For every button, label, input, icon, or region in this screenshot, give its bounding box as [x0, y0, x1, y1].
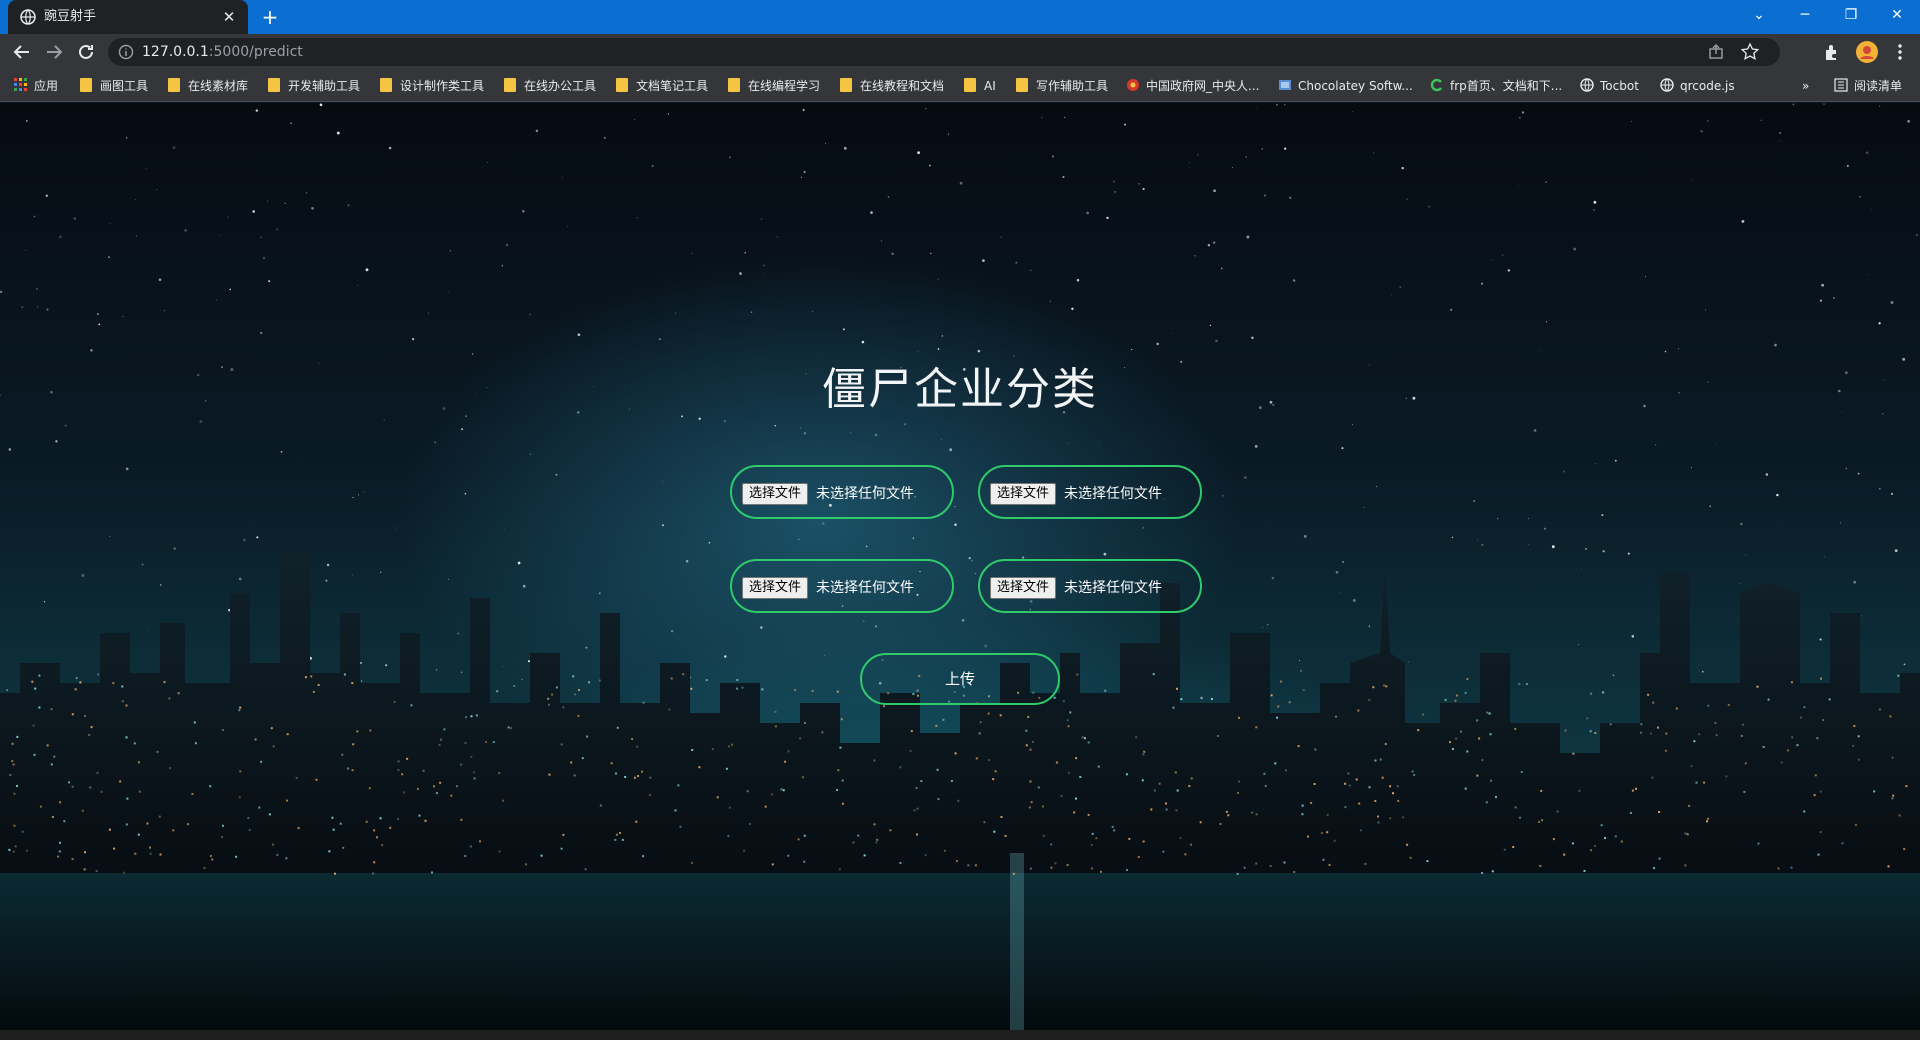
menu-kebab-icon[interactable]	[1890, 42, 1910, 62]
bookmark-label: 在线办公工具	[524, 79, 597, 93]
bookmark-label: Tocbot	[1600, 79, 1639, 93]
globe-icon	[1660, 78, 1674, 92]
folder-icon	[168, 78, 180, 92]
folder-icon	[380, 78, 392, 92]
bookmark-folder[interactable]: 在线素材库	[168, 78, 248, 94]
url-path: :5000/predict	[208, 44, 303, 60]
file-input-1[interactable]: 选择文件 未选择任何文件	[730, 465, 954, 519]
bottom-edge	[0, 1030, 1920, 1040]
folder-icon	[616, 78, 628, 92]
folder-icon	[80, 78, 92, 92]
bookmark-folder[interactable]: 写作辅助工具	[1016, 78, 1108, 94]
choose-file-button[interactable]: 选择文件	[742, 577, 809, 599]
reading-list[interactable]: 阅读清单	[1834, 78, 1902, 94]
reload-icon[interactable]	[74, 40, 98, 64]
profile-avatar[interactable]	[1855, 40, 1879, 64]
bookmark-label: 文档笔记工具	[636, 79, 709, 93]
bookmark-label: 在线素材库	[188, 79, 249, 93]
address-bar[interactable]: 127.0.0.1:5000/predict	[108, 38, 1780, 66]
forward-arrow-icon[interactable]	[42, 40, 66, 64]
bookmark-folder[interactable]: 开发辅助工具	[268, 78, 360, 94]
reading-list-label: 阅读清单	[1854, 79, 1903, 93]
back-arrow-icon[interactable]	[10, 40, 34, 64]
globe-icon	[1580, 78, 1594, 92]
bookmarks-bar: 应用 画图工具 在线素材库 开发辅助工具 设计制作类工具 在线办公工具 文档笔记…	[0, 70, 1920, 102]
bookmark-label: 中国政府网_中央人...	[1146, 79, 1260, 93]
star-bookmark-icon[interactable]	[1740, 42, 1760, 62]
choose-file-button[interactable]: 选择文件	[990, 483, 1057, 505]
folder-icon	[840, 78, 852, 92]
tab-search-icon[interactable]: ⌄	[1736, 0, 1782, 30]
url-text[interactable]: 127.0.0.1:5000/predict	[142, 44, 303, 60]
file-status-text: 未选择任何文件	[816, 486, 914, 502]
file-input-3[interactable]: 选择文件 未选择任何文件	[730, 559, 954, 613]
bookmark-site[interactable]: Chocolatey Softw...	[1278, 78, 1413, 94]
file-input-4[interactable]: 选择文件 未选择任何文件	[978, 559, 1202, 613]
bookmark-site[interactable]: 中国政府网_中央人...	[1126, 78, 1259, 94]
restore-icon[interactable]: ❐	[1828, 0, 1874, 30]
extensions-puzzle-icon[interactable]	[1822, 42, 1842, 62]
bookmark-label: 在线教程和文档	[860, 79, 945, 93]
folder-icon	[1016, 78, 1028, 92]
bookmark-label: 设计制作类工具	[400, 79, 485, 93]
page-title: 僵尸企业分类	[822, 364, 1098, 415]
file-input-2[interactable]: 选择文件 未选择任何文件	[978, 465, 1202, 519]
bookmark-folder[interactable]: 画图工具	[80, 78, 148, 94]
bookmarks-overflow-chevron[interactable]: »	[1802, 78, 1809, 94]
frp-c-icon	[1430, 78, 1442, 92]
bookmark-site[interactable]: frp首页、文档和下...	[1430, 78, 1562, 94]
gov-emblem-icon	[1127, 79, 1139, 91]
choose-file-button[interactable]: 选择文件	[990, 577, 1057, 599]
bookmark-folder[interactable]: 在线教程和文档	[840, 78, 944, 94]
tab-title: 豌豆射手	[44, 9, 97, 24]
info-icon[interactable]	[118, 44, 134, 60]
folder-icon	[504, 78, 516, 92]
globe-icon	[20, 9, 36, 25]
bookmark-site[interactable]: qrcode.js	[1660, 78, 1735, 94]
bookmark-folder[interactable]: AI	[964, 78, 996, 94]
file-status-text: 未选择任何文件	[1064, 580, 1162, 596]
share-icon[interactable]	[1706, 42, 1726, 62]
bookmark-label: 在线编程学习	[748, 79, 821, 93]
city-skyline	[0, 553, 1920, 1040]
bookmark-label: 应用	[34, 79, 59, 93]
file-status-text: 未选择任何文件	[1064, 486, 1162, 502]
tab-active[interactable]: 豌豆射手 ✕	[8, 0, 248, 34]
close-window-icon[interactable]: ✕	[1874, 0, 1920, 30]
choose-file-button[interactable]: 选择文件	[742, 483, 809, 505]
apps-grid-icon	[14, 78, 27, 91]
bookmark-folder[interactable]: 在线办公工具	[504, 78, 596, 94]
bookmark-site[interactable]: Tocbot	[1580, 78, 1639, 94]
bookmark-label: frp首页、文档和下...	[1450, 79, 1563, 93]
bookmark-label: 写作辅助工具	[1036, 79, 1109, 93]
bookmark-folder[interactable]: 设计制作类工具	[380, 78, 484, 94]
url-host: 127.0.0.1	[142, 44, 209, 60]
folder-icon	[728, 78, 740, 92]
page-background: 僵尸企业分类 选择文件 未选择任何文件 选择文件 未选择任何文件 选择文件 未选…	[0, 103, 1920, 1040]
folder-icon	[964, 78, 976, 92]
bookmark-label: AI	[984, 79, 996, 93]
reading-list-icon	[1834, 78, 1848, 92]
bookmark-label: 画图工具	[100, 79, 149, 93]
browser-titlebar: 豌豆射手 ✕ + ⌄ ─ ❐ ✕	[0, 0, 1920, 34]
bookmark-label: Chocolatey Softw...	[1298, 79, 1413, 93]
folder-icon	[268, 78, 280, 92]
browser-toolbar: 127.0.0.1:5000/predict	[0, 34, 1920, 70]
bookmark-folder[interactable]: 文档笔记工具	[616, 78, 708, 94]
bookmark-label: qrcode.js	[1680, 79, 1735, 93]
bookmark-apps[interactable]: 应用	[14, 78, 58, 94]
file-status-text: 未选择任何文件	[816, 580, 914, 596]
new-tab-button[interactable]: +	[258, 6, 282, 30]
bookmark-folder[interactable]: 在线编程学习	[728, 78, 820, 94]
minimize-icon[interactable]: ─	[1782, 0, 1828, 30]
bookmark-label: 开发辅助工具	[288, 79, 361, 93]
close-tab-icon[interactable]: ✕	[220, 8, 238, 26]
chocolatey-icon	[1279, 80, 1291, 90]
upload-button[interactable]: 上传	[860, 653, 1060, 705]
